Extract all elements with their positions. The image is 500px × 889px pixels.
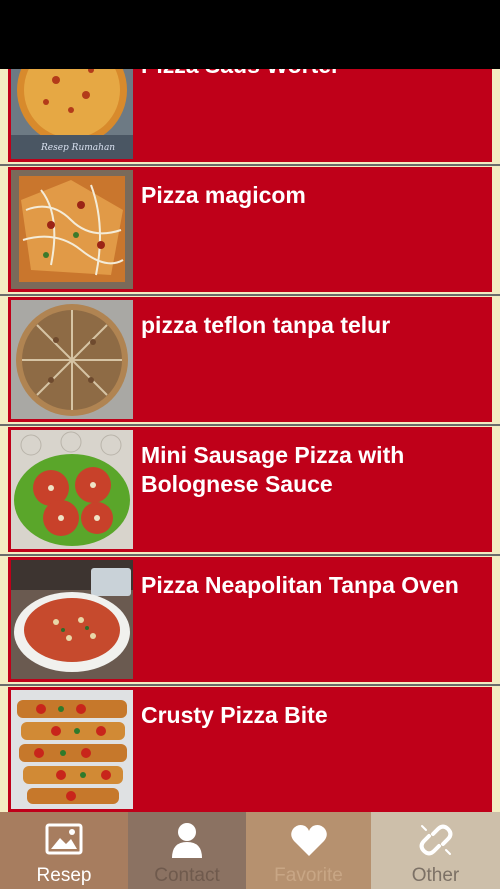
- recipe-row[interactable]: Pizza Neapolitan Tanpa Oven: [0, 557, 500, 686]
- recipe-title: Pizza magicom: [141, 182, 306, 208]
- recipe-row[interactable]: Crusty Pizza Bite: [8, 687, 492, 812]
- bottom-tab-bar: Resep Contact Favorite Other: [0, 812, 500, 889]
- tab-favorite[interactable]: Favorite: [246, 812, 371, 889]
- recipe-list[interactable]: Resep Rumahan Pizza Saus Worter Pizza ma…: [0, 69, 500, 812]
- link-icon: [419, 824, 452, 856]
- heart-icon: [290, 825, 327, 856]
- person-icon: [172, 823, 202, 858]
- recipe-thumbnail: [11, 690, 133, 809]
- image-icon: [45, 823, 83, 855]
- recipe-thumbnail: [11, 300, 133, 419]
- tab-label: Other: [411, 865, 460, 886]
- recipe-thumbnail: [11, 170, 133, 289]
- recipe-thumbnail: Resep Rumahan: [11, 69, 133, 159]
- recipe-thumbnail: [11, 430, 133, 549]
- recipe-title: Pizza Saus Worter: [141, 69, 484, 80]
- tab-contact[interactable]: Contact: [128, 812, 246, 889]
- tab-resep[interactable]: Resep: [0, 812, 128, 889]
- recipe-title: pizza teflon tanpa telur: [141, 312, 391, 338]
- tab-label: Contact: [154, 865, 220, 886]
- status-bar: [0, 0, 500, 69]
- tab-other[interactable]: Other: [371, 812, 500, 889]
- recipe-title: Crusty Pizza Bite: [141, 702, 328, 728]
- recipe-row[interactable]: pizza teflon tanpa telur: [0, 297, 500, 426]
- recipe-title: Pizza Neapolitan Tanpa Oven: [141, 572, 459, 598]
- recipe-title: Mini Sausage Pizza with Bolognese Sauce: [141, 442, 405, 497]
- recipe-row[interactable]: Resep Rumahan Pizza Saus Worter: [0, 69, 500, 166]
- watermark-text: Resep Rumahan: [40, 143, 115, 153]
- tab-label: Favorite: [274, 865, 343, 886]
- tab-label: Resep: [36, 865, 92, 886]
- recipe-row[interactable]: Mini Sausage Pizza with Bolognese Sauce: [0, 427, 500, 556]
- recipe-row[interactable]: Pizza magicom: [0, 167, 500, 296]
- recipe-thumbnail: [11, 560, 133, 679]
